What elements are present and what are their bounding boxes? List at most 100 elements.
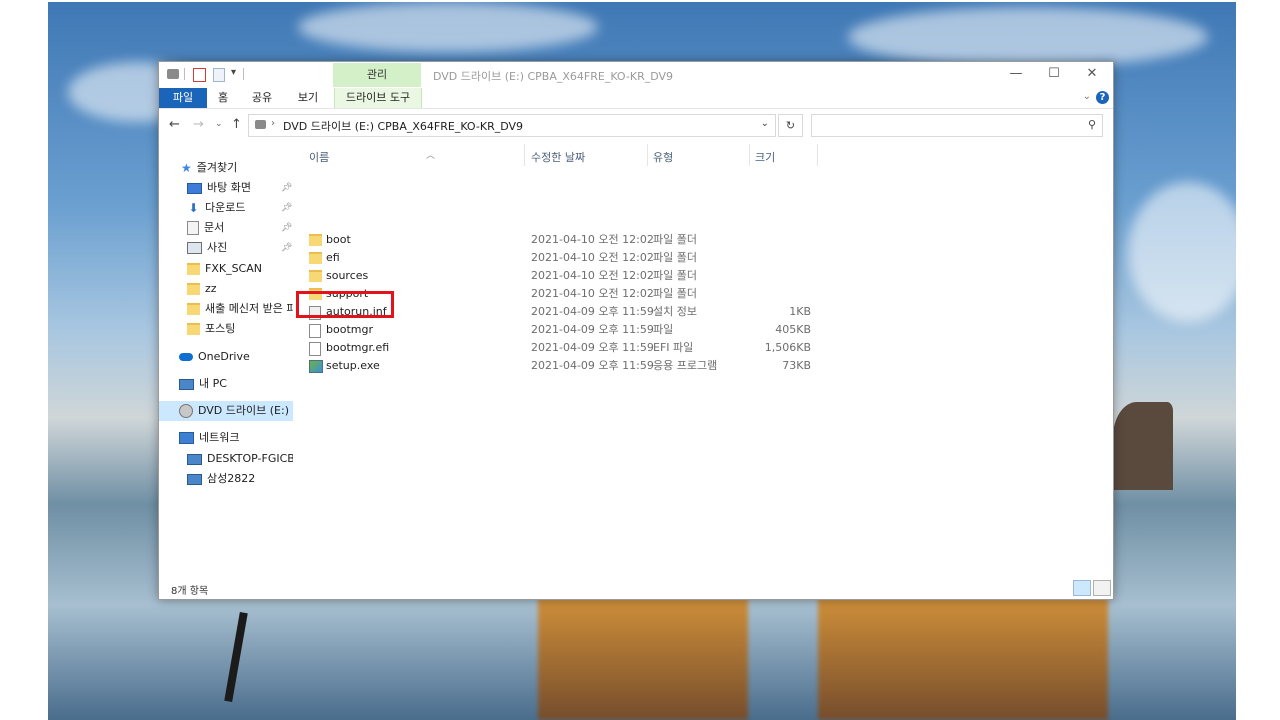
nav-item-documents[interactable]: 문서 📌︎: [187, 218, 293, 238]
nav-quick-access[interactable]: ★ 즐겨찾기: [181, 158, 237, 178]
folder-icon: [309, 270, 322, 282]
table-row[interactable]: bootmgr 2021-04-09 오후 11:59 파일 405KB: [309, 321, 829, 339]
nav-network-samsung[interactable]: 삼성2822: [187, 469, 255, 489]
picture-icon: [187, 242, 202, 254]
folder-icon: [309, 234, 322, 246]
cloud: [1128, 182, 1236, 322]
nav-item-messenger-downloads[interactable]: 새출 메신저 받은 파: [187, 299, 293, 319]
folder-icon: [309, 252, 322, 264]
table-row[interactable]: efi 2021-04-10 오전 12:02 파일 폴더: [309, 249, 829, 267]
forward-button[interactable]: →: [193, 117, 204, 132]
context-tab-manage[interactable]: 관리: [333, 63, 421, 87]
details-view-icon[interactable]: [1073, 580, 1091, 596]
column-header-name[interactable]: 이름 ︿: [309, 148, 519, 168]
properties-icon[interactable]: [193, 68, 206, 82]
up-button[interactable]: ↑: [231, 117, 242, 132]
nav-item-downloads[interactable]: ⬇ 다운로드 📌︎: [187, 198, 293, 218]
file-type: 파일 폴더: [653, 269, 697, 282]
help-icon[interactable]: ?: [1096, 91, 1109, 104]
maximize-button[interactable]: ☐: [1035, 62, 1073, 86]
search-icon[interactable]: ⚲: [1088, 118, 1096, 131]
close-button[interactable]: ✕: [1073, 62, 1111, 86]
file-size: 73KB: [782, 359, 811, 372]
divider: [243, 68, 244, 80]
tab-drive-tools[interactable]: 드라이브 도구: [334, 88, 422, 108]
nav-item-zz[interactable]: zz: [187, 279, 217, 299]
nav-label: DVD 드라이브 (E:) C: [198, 404, 293, 417]
nav-label: DESKTOP-FGICBFN: [207, 452, 293, 465]
recent-locations-icon[interactable]: ⌄: [215, 119, 223, 129]
ribbon-tabs: 파일 홈 공유 보기 드라이브 도구 ⌄ ?: [159, 88, 1113, 109]
column-divider[interactable]: [817, 144, 818, 166]
nav-item-pictures[interactable]: 사진 📌︎: [187, 238, 293, 258]
column-divider[interactable]: [749, 144, 750, 166]
column-header-date[interactable]: 수정한 날짜: [531, 148, 641, 168]
status-bar: 8개 항목: [159, 574, 1113, 598]
nav-label: 즐겨찾기: [196, 161, 238, 174]
title-bar: ▾ 관리 DVD 드라이브 (E:) CPBA_X64FRE_KO-KR_DV9…: [159, 62, 1113, 88]
item-count: 8개 항목: [171, 586, 209, 597]
nav-network-desktop[interactable]: DESKTOP-FGICBFN: [187, 449, 293, 469]
nav-label: 다운로드: [205, 201, 246, 214]
desktop-icon: [187, 182, 202, 194]
nav-this-pc[interactable]: 내 PC: [179, 374, 227, 394]
large-icons-view-icon[interactable]: [1093, 580, 1111, 596]
file-size: 1,506KB: [764, 341, 811, 354]
nav-item-fxk-scan[interactable]: FXK_SCAN: [187, 259, 262, 279]
folder-icon: [187, 303, 200, 315]
nav-label: 삼성2822: [207, 472, 256, 485]
nav-item-desktop[interactable]: 바탕 화면 📌︎: [187, 178, 293, 198]
file-type: 파일 폴더: [653, 287, 697, 300]
address-row: ← → ⌄ ↑ › DVD 드라이브 (E:) CPBA_X64FRE_KO-K…: [159, 109, 1113, 141]
setup-exe-highlight-box: [296, 291, 394, 318]
file-date: 2021-04-10 오전 12:02: [531, 251, 654, 264]
nav-network[interactable]: 네트워크: [179, 428, 239, 448]
chevron-down-icon[interactable]: ⌄: [761, 118, 769, 129]
folder-icon: [187, 323, 200, 335]
table-row[interactable]: bootmgr.efi 2021-04-09 오후 11:59 EFI 파일 1…: [309, 339, 829, 357]
tab-view[interactable]: 보기: [291, 88, 325, 108]
tab-share[interactable]: 공유: [245, 88, 279, 108]
refresh-button[interactable]: ↻: [778, 114, 803, 137]
column-header-type[interactable]: 유형: [653, 148, 743, 168]
file-type: 응용 프로그램: [653, 359, 718, 372]
column-divider[interactable]: [524, 144, 525, 166]
column-name-label: 이름: [309, 151, 330, 164]
navigation-pane: ★ 즐겨찾기 바탕 화면 📌︎ ⬇ 다운로드 📌︎ 문서 📌︎ 사진 📌︎ FXK_…: [159, 142, 293, 574]
address-path[interactable]: DVD 드라이브 (E:) CPBA_X64FRE_KO-KR_DV9: [283, 118, 523, 134]
tab-file[interactable]: 파일: [159, 88, 207, 108]
download-icon: ⬇: [188, 201, 199, 215]
table-row[interactable]: boot 2021-04-10 오전 12:02 파일 폴더: [309, 231, 829, 249]
breadcrumb-separator-icon: ›: [271, 118, 275, 129]
nav-onedrive[interactable]: OneDrive: [179, 347, 250, 367]
file-list: 이름 ︿ 수정한 날짜 유형 크기 boot 2021-04-10 오전 12:…: [293, 142, 1113, 574]
back-button[interactable]: ←: [169, 117, 180, 132]
table-row[interactable]: sources 2021-04-10 오전 12:02 파일 폴더: [309, 267, 829, 285]
cloud: [298, 2, 598, 52]
nav-label: OneDrive: [198, 350, 250, 363]
address-bar[interactable]: › DVD 드라이브 (E:) CPBA_X64FRE_KO-KR_DV9 ⌄: [248, 114, 776, 137]
drive-icon[interactable]: [167, 69, 179, 79]
computer-icon: [187, 473, 202, 485]
search-input[interactable]: ⚲: [811, 114, 1103, 137]
divider: [184, 68, 185, 80]
column-header-size[interactable]: 크기: [755, 148, 815, 168]
document-icon: [187, 221, 199, 235]
column-divider[interactable]: [647, 144, 648, 166]
dvd-drive-icon: [179, 404, 193, 418]
table-row[interactable]: setup.exe 2021-04-09 오후 11:59 응용 프로그램 73…: [309, 357, 829, 375]
cloud: [848, 7, 1208, 67]
tab-home[interactable]: 홈: [211, 88, 235, 108]
file-date: 2021-04-09 오후 11:59: [531, 341, 654, 354]
expand-ribbon-icon[interactable]: ⌄: [1083, 91, 1091, 102]
customize-quick-access-icon[interactable]: ▾: [231, 67, 236, 81]
nav-item-posting[interactable]: 포스팅: [187, 319, 235, 339]
new-folder-icon[interactable]: [213, 68, 225, 82]
star-icon: ★: [181, 161, 192, 175]
minimize-button[interactable]: —: [997, 62, 1035, 86]
cliff-reflection: [818, 598, 1108, 720]
nav-dvd-drive[interactable]: DVD 드라이브 (E:) C: [159, 401, 293, 421]
pin-icon: 📌︎: [281, 243, 293, 253]
file-size: 1KB: [789, 305, 811, 318]
nav-label: 새출 메신저 받은 파: [205, 302, 293, 315]
